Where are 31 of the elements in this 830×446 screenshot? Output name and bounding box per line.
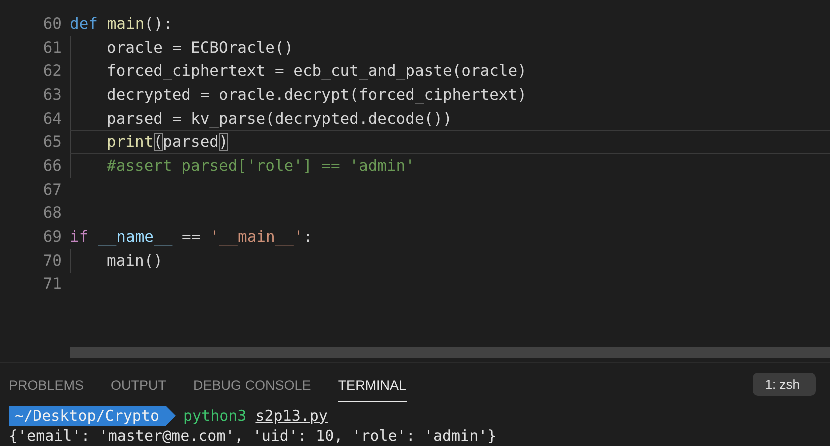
terminal-select[interactable]: 1: zsh	[753, 372, 816, 396]
code-line: oracle = ECBOracle()	[107, 38, 294, 57]
code-line: parsed = kv_parse(decrypted.decode())	[107, 110, 452, 128]
code-line: main()	[107, 252, 163, 270]
code-line: print(parsed)	[107, 133, 228, 152]
panel-tab[interactable]: TERMINAL	[338, 366, 407, 402]
line-number: 60	[42, 14, 62, 33]
panel-tab[interactable]: DEBUG CONSOLE	[194, 366, 312, 402]
code-line: def main():	[70, 14, 173, 33]
line-number: 62	[42, 62, 62, 80]
code-line: if __name__ == '__main__':	[70, 228, 313, 246]
line-number: 61	[42, 38, 62, 57]
line-number: 67	[42, 180, 62, 199]
line-number: 65	[42, 133, 62, 152]
line-number: 68	[42, 204, 62, 222]
horizontal-scrollbar[interactable]	[70, 347, 830, 358]
line-number: 69	[42, 228, 62, 246]
code-line: forced_ciphertext = ecb_cut_and_paste(oracle)	[107, 62, 527, 80]
line-number: 63	[42, 86, 62, 104]
line-number: 71	[42, 275, 62, 294]
line-number: 70	[42, 252, 62, 270]
line-number: 66	[42, 156, 62, 175]
line-number: 64	[42, 110, 62, 128]
code-line: #assert parsed['role'] == 'admin'	[107, 156, 415, 175]
panel-tab[interactable]: PROBLEMS	[9, 366, 84, 402]
terminal-output: {'email': 'master@me.com', 'uid': 10, 'role': 'admin'}	[9, 426, 498, 446]
prompt-arrow-icon	[166, 406, 176, 426]
terminal-command: python3	[184, 406, 247, 424]
terminal-argument: s2p13.py	[256, 406, 328, 424]
code-line: decrypted = oracle.decrypt(forced_ciphertext)	[107, 86, 527, 104]
panel-tab[interactable]: OUTPUT	[111, 366, 167, 402]
